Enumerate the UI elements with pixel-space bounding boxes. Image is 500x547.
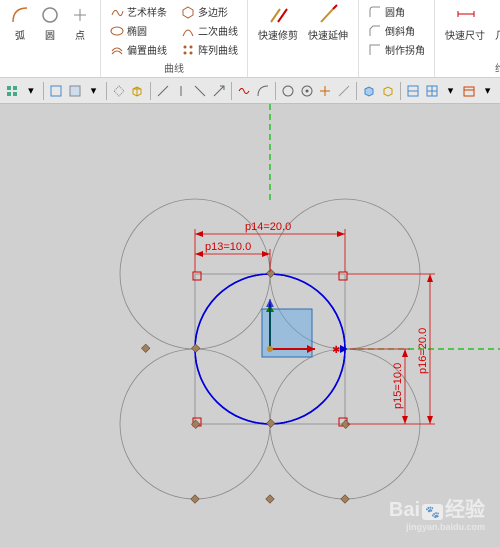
fillet-icon [368, 5, 382, 19]
circle-icon [40, 5, 60, 25]
ribbon-group-basic: 弧 圆 点 [0, 0, 101, 77]
ribbon-group-curves: 艺术样条 椭圆 偏置曲线 多边形 二次曲线 阵列曲线 曲线 [101, 0, 248, 77]
pattern-icon [181, 43, 195, 57]
extend-icon [318, 5, 338, 25]
conic-icon [181, 24, 195, 38]
tb-diag2-icon[interactable] [336, 81, 353, 101]
point-button[interactable]: 点 [66, 3, 94, 44]
trim-icon [268, 5, 288, 25]
dim-icon [455, 5, 475, 25]
dimension-p13[interactable]: p13=10.0 [195, 241, 270, 272]
arc-button[interactable]: 弧 [6, 3, 34, 44]
tb-select2-icon[interactable] [67, 81, 84, 101]
polygon-button[interactable]: 多边形 [178, 3, 241, 20]
tb-ring-icon[interactable] [280, 81, 297, 101]
point-icon [70, 5, 90, 25]
tb-grid-icon[interactable] [4, 81, 21, 101]
geo-constraint-button[interactable]: 几何约束 [491, 3, 500, 44]
group-title-corner [365, 64, 428, 75]
ribbon-group-edit: 快速修剪 快速延伸 [248, 0, 359, 77]
tb-cube2-icon[interactable] [361, 81, 378, 101]
quick-trim-button[interactable]: 快速修剪 [254, 3, 302, 44]
watermark: Bai🐾经验 jingyan.baidu.com [389, 493, 485, 532]
triad-arrow-blue [340, 345, 348, 353]
ribbon-group-corner: 圆角 倒斜角 制作拐角 [359, 0, 435, 77]
ribbon-group-constraint: 快速尺寸 几何约束 设 约束 [435, 0, 500, 77]
group-title-empty [6, 64, 94, 75]
chamfer-button[interactable]: 倒斜角 [365, 22, 428, 39]
conic-button[interactable]: 二次曲线 [178, 22, 241, 39]
tb-table-icon[interactable] [405, 81, 422, 101]
sketch-svg: ✱ p14=20.0 [0, 104, 500, 547]
paw-icon: 🐾 [422, 504, 443, 520]
group-title-curves: 曲线 [107, 60, 241, 75]
tb-cube-icon[interactable] [129, 81, 146, 101]
pattern-curve-button[interactable]: 阵列曲线 [178, 41, 241, 58]
dimension-p15[interactable]: p15=10.0 [350, 349, 410, 424]
arc-icon [10, 5, 30, 25]
tb-cube3-icon[interactable] [380, 81, 397, 101]
tb-diag-icon[interactable] [192, 81, 209, 101]
ellipse-button[interactable]: 椭圆 [107, 22, 170, 39]
tb-table2-icon[interactable] [424, 81, 441, 101]
tb-poly-icon[interactable] [111, 81, 128, 101]
offset-curve-button[interactable]: 偏置曲线 [107, 41, 170, 58]
fillet-button[interactable]: 圆角 [365, 3, 428, 20]
make-corner-button[interactable]: 制作拐角 [365, 41, 428, 58]
group-title-constraint: 约束 [441, 60, 500, 75]
chamfer-icon [368, 24, 382, 38]
tb-arrow-icon[interactable] [210, 81, 227, 101]
watermark-url: jingyan.baidu.com [389, 522, 485, 532]
tb-dropdown4-icon[interactable]: ▾ [479, 81, 496, 101]
tb-dropdown-icon[interactable]: ▾ [23, 81, 40, 101]
tb-curve-icon[interactable] [254, 81, 271, 101]
corner-icon [368, 43, 382, 57]
secondary-toolbar: ▾ ▾ ▾ ▾ [0, 78, 500, 104]
quick-extend-button[interactable]: 快速延伸 [304, 3, 352, 44]
tb-plus-icon[interactable] [317, 81, 334, 101]
tb-dropdown2-icon[interactable]: ▾ [85, 81, 102, 101]
tb-dropdown3-icon[interactable]: ▾ [442, 81, 459, 101]
tb-vline-icon[interactable] [173, 81, 190, 101]
rapid-dim-button[interactable]: 快速尺寸 [441, 3, 489, 44]
dim-p13-text: p13=10.0 [205, 241, 251, 253]
tb-select-icon[interactable] [48, 81, 65, 101]
tb-cal-icon[interactable] [461, 81, 478, 101]
ellipse-icon [110, 24, 124, 38]
dim-p14-text: p14=20.0 [245, 221, 291, 233]
tb-target-icon[interactable] [298, 81, 315, 101]
group-title-edit [254, 64, 352, 75]
vertices [141, 269, 349, 503]
tb-line-icon[interactable] [155, 81, 172, 101]
ribbon: 弧 圆 点 艺术样条 椭圆 偏置曲线 多边形 二次曲线 阵列曲线 [0, 0, 500, 78]
polygon-icon [181, 5, 195, 19]
circle-button[interactable]: 圆 [36, 3, 64, 44]
triad-x-marker: ✱ [332, 345, 340, 356]
offset-icon [110, 43, 124, 57]
art-spline-button[interactable]: 艺术样条 [107, 3, 170, 20]
tb-wave-icon[interactable] [236, 81, 253, 101]
sketch-canvas[interactable]: ✱ p14=20.0 [0, 104, 500, 547]
dim-p16-text: p16=20.0 [417, 328, 429, 374]
dim-p15-text: p15=10.0 [392, 363, 404, 409]
spline-icon [110, 5, 124, 19]
